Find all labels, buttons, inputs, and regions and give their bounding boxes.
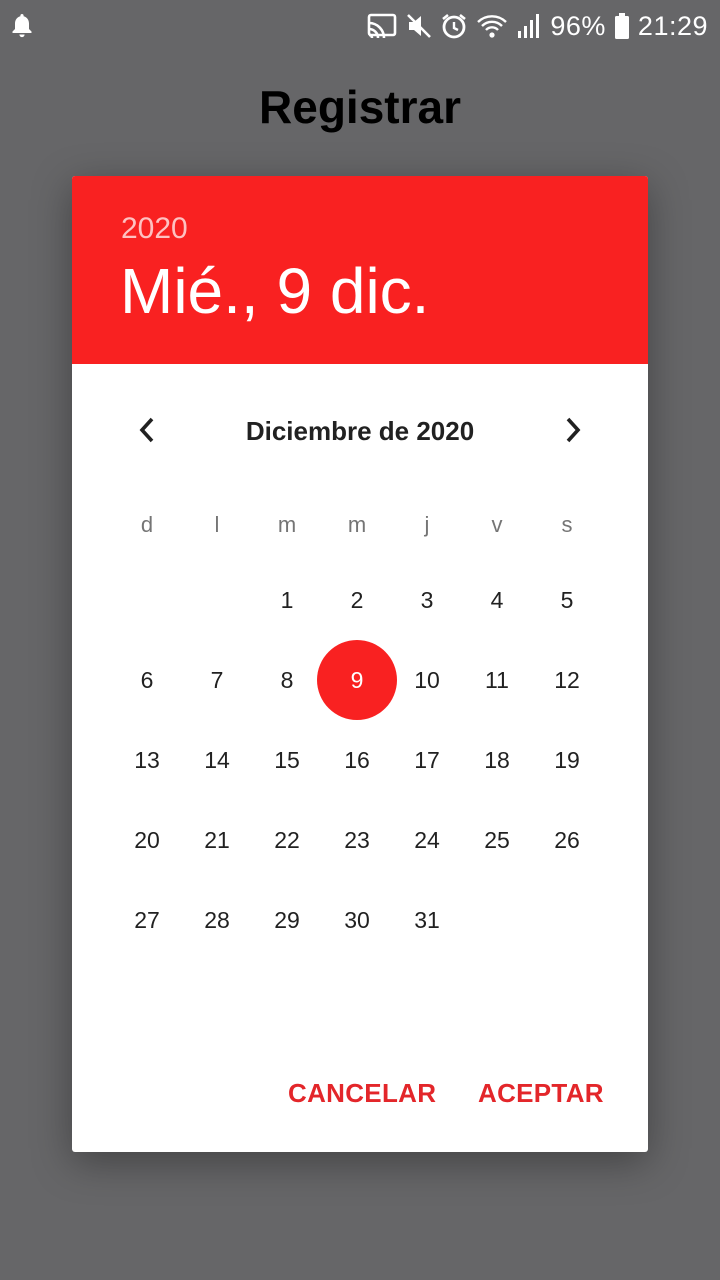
day-cell[interactable]: 12 <box>532 640 602 720</box>
day-number: 8 <box>280 666 294 693</box>
day-cell[interactable]: 13 <box>112 720 182 800</box>
selected-day-cell[interactable]: 9 <box>317 640 397 720</box>
day-cell[interactable]: 22 <box>252 800 322 880</box>
alarm-icon <box>440 12 468 40</box>
header-selected-date[interactable]: Mié., 9 dic. <box>120 254 429 328</box>
day-cell[interactable]: 7 <box>182 640 252 720</box>
day-cell[interactable]: 10 <box>392 640 462 720</box>
day-number: 5 <box>560 586 574 613</box>
date-picker-header: 2020 Mié., 9 dic. <box>72 176 648 364</box>
next-month-button[interactable] <box>543 402 603 462</box>
day-number: 31 <box>414 906 440 933</box>
mute-icon <box>406 12 432 40</box>
wifi-icon <box>476 12 508 40</box>
notification-bell-icon <box>10 12 34 38</box>
cancel-button[interactable]: CANCELAR <box>288 1078 436 1109</box>
day-cell[interactable]: 17 <box>392 720 462 800</box>
weekday-label: s <box>561 512 573 537</box>
day-number: 12 <box>554 666 580 693</box>
weekday-label: l <box>214 512 220 537</box>
day-number: 13 <box>134 746 160 773</box>
header-year[interactable]: 2020 <box>121 212 188 246</box>
date-picker-dialog: 2020 Mié., 9 dic. Diciembre de 2020 d l m m… <box>72 176 648 1152</box>
day-number: 10 <box>414 666 440 693</box>
day-cell[interactable]: 31 <box>392 880 462 960</box>
day-number: 2 <box>350 586 364 613</box>
day-number: 9 <box>350 666 364 693</box>
clock: 21:29 <box>637 10 708 41</box>
day-cell[interactable]: 8 <box>252 640 322 720</box>
day-cell[interactable]: 14 <box>182 720 252 800</box>
day-number: 21 <box>204 826 230 853</box>
day-number: 19 <box>554 746 580 773</box>
battery-icon <box>614 12 630 40</box>
weekday-header-row: dlmmjvs <box>112 512 602 542</box>
weekday-label: v <box>491 512 503 537</box>
day-number: 15 <box>274 746 300 773</box>
month-navigation: Diciembre de 2020 <box>72 402 648 462</box>
cast-icon <box>366 12 398 40</box>
day-cell[interactable]: 1 <box>252 560 322 640</box>
page-title: Registrar <box>259 81 461 133</box>
day-number: 23 <box>344 826 370 853</box>
day-number: 18 <box>484 746 510 773</box>
day-number: 16 <box>344 746 370 773</box>
day-cell[interactable]: 11 <box>462 640 532 720</box>
signal-icon <box>516 12 542 40</box>
chevron-right-icon <box>561 416 585 449</box>
day-number: 26 <box>554 826 580 853</box>
weekday-label: m <box>347 512 367 537</box>
day-cell[interactable]: 19 <box>532 720 602 800</box>
day-cell[interactable]: 3 <box>392 560 462 640</box>
day-cell[interactable]: 30 <box>322 880 392 960</box>
day-cell[interactable]: 23 <box>322 800 392 880</box>
day-cell[interactable]: 26 <box>532 800 602 880</box>
day-cell[interactable]: 24 <box>392 800 462 880</box>
day-number: 3 <box>420 586 434 613</box>
day-number: 1 <box>280 586 294 613</box>
day-number: 4 <box>490 586 504 613</box>
accept-button[interactable]: ACEPTAR <box>478 1078 604 1109</box>
status-bar: 96% 21:29 <box>0 0 720 52</box>
day-cell[interactable]: 2 <box>322 560 392 640</box>
day-cell[interactable]: 21 <box>182 800 252 880</box>
weekday-label: d <box>140 512 154 537</box>
day-number: 25 <box>484 826 510 853</box>
day-number: 14 <box>204 746 230 773</box>
day-cell[interactable]: 4 <box>462 560 532 640</box>
weekday-label: j <box>424 512 430 537</box>
day-number: 24 <box>414 826 440 853</box>
day-cell[interactable]: 29 <box>252 880 322 960</box>
day-number: 28 <box>204 906 230 933</box>
day-cell[interactable]: 6 <box>112 640 182 720</box>
day-cell[interactable]: 20 <box>112 800 182 880</box>
weekday-label: m <box>277 512 297 537</box>
battery-level: 96% <box>550 10 606 41</box>
day-cell[interactable]: 25 <box>462 800 532 880</box>
day-cell[interactable]: 18 <box>462 720 532 800</box>
day-number: 30 <box>344 906 370 933</box>
day-number: 6 <box>140 666 154 693</box>
day-cell[interactable]: 28 <box>182 880 252 960</box>
day-cell[interactable]: 15 <box>252 720 322 800</box>
calendar-grid: 1 2 3 4 5 6 7 8 9 10 11 12 13 14 15 16 17 18 19 20 21 22 23 24 2… <box>112 560 602 960</box>
day-number: 20 <box>134 826 160 853</box>
day-number: 27 <box>134 906 160 933</box>
day-number: 7 <box>210 666 224 693</box>
day-number: 11 <box>485 666 509 693</box>
day-cell[interactable]: 16 <box>322 720 392 800</box>
day-number: 17 <box>414 746 440 773</box>
dialog-actions: CANCELAR ACEPTAR <box>72 1078 648 1118</box>
day-number: 22 <box>274 826 300 853</box>
day-cell[interactable]: 5 <box>532 560 602 640</box>
day-cell[interactable]: 27 <box>112 880 182 960</box>
day-number: 29 <box>274 906 300 933</box>
